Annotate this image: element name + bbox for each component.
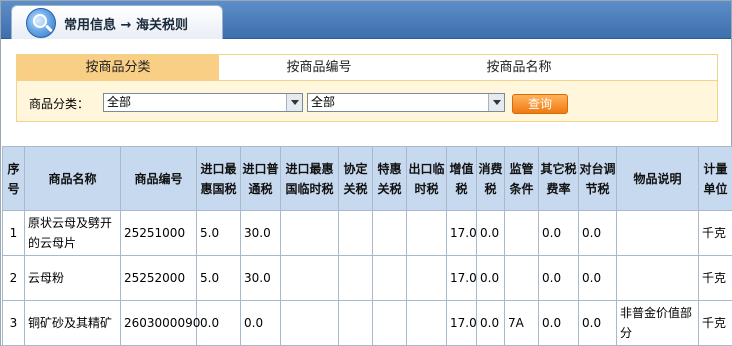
cell-general-rate: 30.0 <box>240 210 281 256</box>
cell-special-rate <box>372 210 407 256</box>
col-header: 进口最惠国临时税 <box>280 146 339 211</box>
cell-taiwan-tax: 0.0 <box>578 255 617 301</box>
cell-general-rate: 0.0 <box>240 300 281 346</box>
cell-temp-mfn-rate <box>280 300 339 346</box>
category-select-1-value: 全部 <box>107 95 132 109</box>
cell-general-rate: 30.0 <box>240 255 281 301</box>
cell-description <box>616 255 699 301</box>
cell-export-temp-rate <box>406 300 447 346</box>
header-bar: 常用信息 → 海关税则 <box>1 1 731 39</box>
col-header: 增值税 <box>446 146 477 211</box>
cell-consumption-tax: 0.0 <box>476 255 505 301</box>
cell-temp-mfn-rate <box>280 255 339 301</box>
col-header: 协定关税 <box>338 146 373 211</box>
col-header: 商品名称 <box>24 146 121 211</box>
col-header: 其它税费率 <box>538 146 579 211</box>
search-panel: 按商品分类 按商品编号 按商品名称 商品分类： 全部 全部 查询 <box>16 54 718 122</box>
table-row: 1 原状云母及劈开的云母片 25251000 5.0 30.0 17.0 0.0… <box>2 210 732 256</box>
tab-by-code[interactable]: 按商品编号 <box>219 55 419 81</box>
cell-taiwan-tax: 0.0 <box>578 210 617 256</box>
cell-special-rate <box>372 255 407 301</box>
tab-by-category[interactable]: 按商品分类 <box>17 55 219 81</box>
category-select-1[interactable]: 全部 <box>103 93 303 112</box>
cell-other-fees: 0.0 <box>538 210 579 256</box>
col-header: 特惠关税 <box>372 146 407 211</box>
page-title: 常用信息 → 海关税则 <box>64 18 188 33</box>
cell-index: 2 <box>2 255 25 301</box>
cell-supervision <box>504 255 539 301</box>
cell-index: 3 <box>2 300 25 346</box>
cell-vat: 17.0 <box>446 300 477 346</box>
chevron-down-icon[interactable] <box>488 94 504 111</box>
cell-unit: 千克 <box>698 255 732 301</box>
col-header: 出口临时税 <box>406 146 447 211</box>
window-frame: 常用信息 → 海关税则 按商品分类 按商品编号 按商品名称 商品分类： 全部 全… <box>0 0 732 346</box>
cell-vat: 17.0 <box>446 210 477 256</box>
cell-consumption-tax: 0.0 <box>476 300 505 346</box>
table-row: 3 铜矿砂及其精矿 2603000090 0.0 0.0 17.0 0.0 7A… <box>2 300 732 346</box>
cell-index: 1 <box>2 210 25 256</box>
col-header: 商品编号 <box>120 146 197 211</box>
chevron-down-icon[interactable] <box>286 94 302 111</box>
cell-name: 云母粉 <box>24 255 121 301</box>
magnifier-icon <box>26 8 56 38</box>
cell-description <box>616 210 699 256</box>
cell-supervision <box>504 210 539 256</box>
cell-unit: 千克 <box>698 300 732 346</box>
category-select-2[interactable]: 全部 <box>307 93 505 112</box>
col-header: 对台调节税 <box>578 146 617 211</box>
cell-agreement-rate <box>338 300 373 346</box>
col-header: 计量单位 <box>698 146 732 211</box>
cell-code: 25251000 <box>120 210 197 256</box>
cell-special-rate <box>372 300 407 346</box>
col-header: 进口最惠国税 <box>196 146 241 211</box>
cell-export-temp-rate <box>406 255 447 301</box>
cell-agreement-rate <box>338 255 373 301</box>
cell-consumption-tax: 0.0 <box>476 210 505 256</box>
cell-other-fees: 0.0 <box>538 255 579 301</box>
cell-code: 2603000090 <box>120 300 200 346</box>
cell-other-fees: 0.0 <box>538 300 579 346</box>
query-button[interactable]: 查询 <box>512 94 568 114</box>
col-header: 进口普通税 <box>240 146 281 211</box>
table-header-row: 序号 商品名称 商品编号 进口最惠国税 进口普通税 进口最惠国临时税 协定关税 … <box>2 146 732 211</box>
cell-name: 铜矿砂及其精矿 <box>24 300 121 346</box>
table-row: 2 云母粉 25252000 5.0 30.0 17.0 0.0 0.0 0.0… <box>2 255 732 301</box>
cell-mfn-rate: 5.0 <box>196 210 241 256</box>
cell-code: 25252000 <box>120 255 197 301</box>
cell-export-temp-rate <box>406 210 447 256</box>
cell-taiwan-tax: 0.0 <box>578 300 617 346</box>
cell-name: 原状云母及劈开的云母片 <box>24 210 121 256</box>
cell-supervision: 7A <box>504 300 539 346</box>
search-tabs: 按商品分类 按商品编号 按商品名称 <box>17 55 717 81</box>
title-tab: 常用信息 → 海关税则 <box>11 5 223 39</box>
col-header: 监管条件 <box>504 146 539 211</box>
tab-by-name[interactable]: 按商品名称 <box>419 55 619 81</box>
col-header: 物品说明 <box>616 146 699 211</box>
tariff-table-wrapper: 序号 商品名称 商品编号 进口最惠国税 进口普通税 进口最惠国临时税 协定关税 … <box>2 146 732 346</box>
cell-mfn-rate: 5.0 <box>196 255 241 301</box>
tariff-table: 序号 商品名称 商品编号 进口最惠国税 进口普通税 进口最惠国临时税 协定关税 … <box>2 146 732 346</box>
col-header: 序号 <box>2 146 25 211</box>
cell-mfn-rate: 0.0 <box>196 300 241 346</box>
category-label: 商品分类： <box>29 97 90 111</box>
cell-temp-mfn-rate <box>280 210 339 256</box>
cell-agreement-rate <box>338 210 373 256</box>
cell-vat: 17.0 <box>446 255 477 301</box>
category-select-2-value: 全部 <box>311 95 336 109</box>
col-header: 消费税 <box>476 146 505 211</box>
cell-unit: 千克 <box>698 210 732 256</box>
cell-description: 非普金价值部分 <box>616 300 699 346</box>
